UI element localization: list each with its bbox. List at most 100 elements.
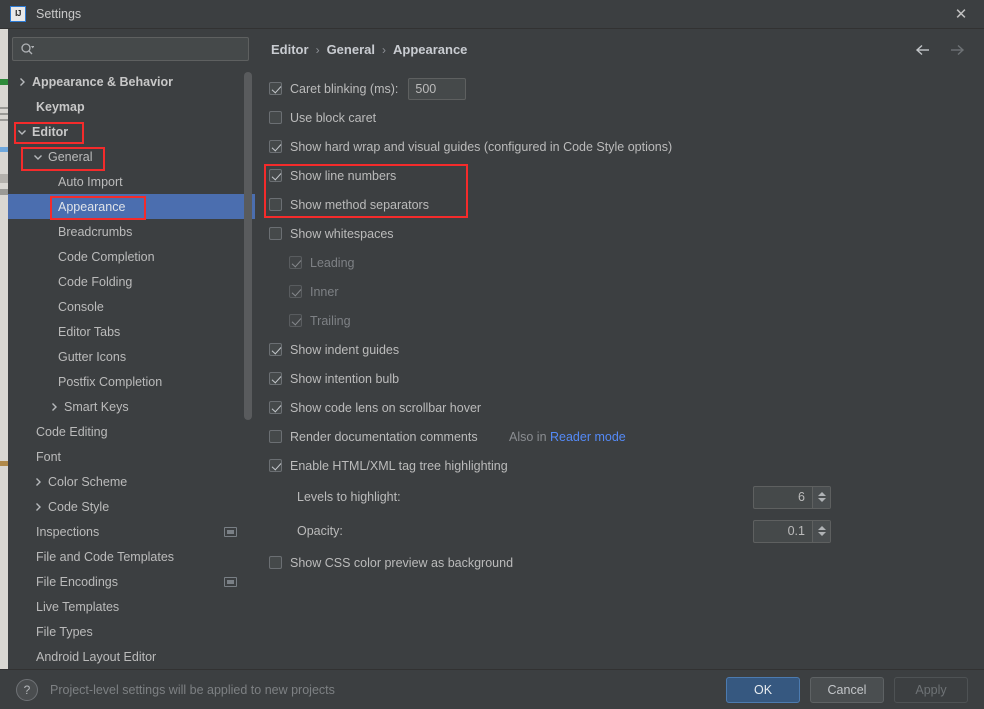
chevron-right-icon[interactable] bbox=[48, 401, 60, 413]
chevron-down-icon[interactable] bbox=[16, 126, 28, 138]
opacity-value[interactable]: 0.1 bbox=[754, 521, 812, 542]
whitespace-trailing-label: Trailing bbox=[310, 313, 351, 328]
levels-to-highlight-row: Levels to highlight: 6 bbox=[269, 480, 969, 514]
sidebar-item-appearance-behavior[interactable]: Appearance & Behavior bbox=[8, 69, 255, 94]
show-indent-guides-checkbox[interactable] bbox=[269, 343, 282, 356]
show-code-lens-checkbox[interactable] bbox=[269, 401, 282, 414]
bottom-status-message: Project-level settings will be applied t… bbox=[50, 682, 335, 697]
sidebar-item-inspections[interactable]: Inspections bbox=[8, 519, 255, 544]
show-line-numbers-checkbox[interactable] bbox=[269, 169, 282, 182]
show-method-separators-checkbox[interactable] bbox=[269, 198, 282, 211]
sidebar-scrollbar-thumb[interactable] bbox=[244, 72, 252, 420]
close-icon[interactable]: ✕ bbox=[938, 0, 984, 28]
dialog-buttons: OK Cancel Apply bbox=[726, 676, 968, 703]
show-css-color-preview-label: Show CSS color preview as background bbox=[290, 555, 514, 570]
show-code-lens-row: Show code lens on scrollbar hover bbox=[269, 393, 969, 422]
render-doc-comments-row: Render documentation comments Also in Rea… bbox=[269, 422, 969, 451]
cancel-button[interactable]: Cancel bbox=[810, 676, 884, 703]
use-block-caret-checkbox[interactable] bbox=[269, 111, 282, 124]
chevron-right-icon[interactable] bbox=[32, 476, 44, 488]
spinner-down-icon[interactable] bbox=[817, 532, 826, 536]
spinner-up-icon[interactable] bbox=[817, 492, 826, 496]
spinner-down-icon[interactable] bbox=[817, 498, 826, 502]
sidebar-item-code-completion[interactable]: Code Completion bbox=[8, 244, 255, 269]
sidebar-item-auto-import[interactable]: Auto Import bbox=[8, 169, 255, 194]
sidebar-item-code-folding[interactable]: Code Folding bbox=[8, 269, 255, 294]
sidebar-item-gutter-icons[interactable]: Gutter Icons bbox=[8, 344, 255, 369]
render-doc-comments-checkbox[interactable] bbox=[269, 430, 282, 443]
breadcrumb-part[interactable]: Appearance bbox=[393, 42, 467, 57]
sidebar-item-label: Gutter Icons bbox=[58, 349, 127, 364]
show-intention-bulb-checkbox[interactable] bbox=[269, 372, 282, 385]
reader-mode-link[interactable]: Reader mode bbox=[550, 430, 626, 444]
whitespace-inner-label: Inner bbox=[310, 284, 339, 299]
opacity-spinner[interactable]: 0.1 bbox=[753, 519, 831, 543]
intellij-logo-icon: IJ bbox=[10, 6, 26, 22]
sidebar-item-label: Live Templates bbox=[36, 599, 120, 614]
chevron-down-icon[interactable] bbox=[32, 151, 44, 163]
sidebar-item-keymap[interactable]: Keymap bbox=[8, 94, 255, 119]
sidebar-item-label: Code Folding bbox=[58, 274, 133, 289]
show-css-color-preview-checkbox[interactable] bbox=[269, 556, 282, 569]
whitespace-leading-label: Leading bbox=[310, 255, 355, 270]
help-icon[interactable]: ? bbox=[16, 678, 38, 701]
show-code-lens-label: Show code lens on scrollbar hover bbox=[290, 400, 482, 415]
dialog-button-bar: ? Project-level settings will be applied… bbox=[0, 669, 984, 709]
sidebar-item-code-style[interactable]: Code Style bbox=[8, 494, 255, 519]
whitespace-leading-checkbox bbox=[289, 256, 302, 269]
caret-blinking-checkbox[interactable] bbox=[269, 82, 282, 95]
chevron-right-icon[interactable] bbox=[32, 501, 44, 513]
sidebar-item-label: Font bbox=[36, 449, 62, 464]
sidebar-item-editor[interactable]: Editor bbox=[8, 119, 255, 144]
caret-blinking-input[interactable]: 500 bbox=[408, 77, 467, 100]
show-method-separators-row: Show method separators bbox=[269, 190, 969, 219]
sidebar-item-appearance[interactable]: Appearance bbox=[8, 194, 255, 219]
sidebar-item-color-scheme[interactable]: Color Scheme bbox=[8, 469, 255, 494]
sidebar-item-general[interactable]: General bbox=[8, 144, 255, 169]
sidebar-item-font[interactable]: Font bbox=[8, 444, 255, 469]
breadcrumb-part[interactable]: Editor bbox=[271, 42, 309, 57]
breadcrumb-separator: › bbox=[381, 42, 386, 57]
arrow-right-icon bbox=[948, 41, 966, 59]
sidebar-item-code-editing[interactable]: Code Editing bbox=[8, 419, 255, 444]
spinner-up-icon[interactable] bbox=[817, 526, 826, 530]
search-input[interactable] bbox=[34, 42, 248, 56]
sidebar-item-file-types[interactable]: File Types bbox=[8, 619, 255, 644]
background-window-strip bbox=[0, 29, 8, 669]
levels-to-highlight-value[interactable]: 6 bbox=[754, 487, 812, 508]
levels-to-highlight-stepper[interactable] bbox=[812, 486, 830, 508]
sidebar-item-label: Color Scheme bbox=[48, 474, 128, 489]
sidebar-item-label: Auto Import bbox=[58, 174, 123, 189]
sidebar-item-editor-tabs[interactable]: Editor Tabs bbox=[8, 319, 255, 344]
settings-dialog: IJ Settings ✕ Appearance & Behavior Keym… bbox=[0, 0, 984, 709]
sidebar-item-live-templates[interactable]: Live Templates bbox=[8, 594, 255, 619]
show-hard-wrap-label: Show hard wrap and visual guides (config… bbox=[290, 139, 673, 154]
options-list: Caret blinking (ms): 500 Use block caret Sh… bbox=[269, 74, 969, 577]
opacity-stepper[interactable] bbox=[812, 520, 830, 542]
project-level-badge-icon bbox=[224, 526, 237, 537]
sidebar-item-label: Console bbox=[58, 299, 104, 314]
arrow-left-icon[interactable] bbox=[914, 41, 932, 59]
show-hard-wrap-checkbox[interactable] bbox=[269, 140, 282, 153]
search-box[interactable] bbox=[12, 37, 249, 61]
sidebar-item-file-and-code-templates[interactable]: File and Code Templates bbox=[8, 544, 255, 569]
show-line-numbers-row: Show line numbers bbox=[269, 161, 969, 190]
sidebar-item-label: Code Completion bbox=[58, 249, 155, 264]
ok-button[interactable]: OK bbox=[726, 676, 800, 703]
caret-blinking-row: Caret blinking (ms): 500 bbox=[269, 74, 969, 103]
sidebar-item-smart-keys[interactable]: Smart Keys bbox=[8, 394, 255, 419]
sidebar-item-android-layout-editor[interactable]: Android Layout Editor bbox=[8, 644, 255, 669]
sidebar-item-breadcrumbs[interactable]: Breadcrumbs bbox=[8, 219, 255, 244]
sidebar-item-postfix-completion[interactable]: Postfix Completion bbox=[8, 369, 255, 394]
sidebar-item-label: File Types bbox=[36, 624, 93, 639]
sidebar-item-console[interactable]: Console bbox=[8, 294, 255, 319]
sidebar-item-label: Code Editing bbox=[36, 424, 108, 439]
breadcrumb-part[interactable]: General bbox=[327, 42, 375, 57]
reader-mode-note-prefix: Also in bbox=[509, 429, 550, 444]
levels-to-highlight-spinner[interactable]: 6 bbox=[753, 485, 831, 509]
chevron-right-icon[interactable] bbox=[16, 76, 28, 88]
whitespace-inner-checkbox bbox=[289, 285, 302, 298]
show-whitespaces-checkbox[interactable] bbox=[269, 227, 282, 240]
sidebar-item-file-encodings[interactable]: File Encodings bbox=[8, 569, 255, 594]
enable-html-xml-highlighting-checkbox[interactable] bbox=[269, 459, 282, 472]
